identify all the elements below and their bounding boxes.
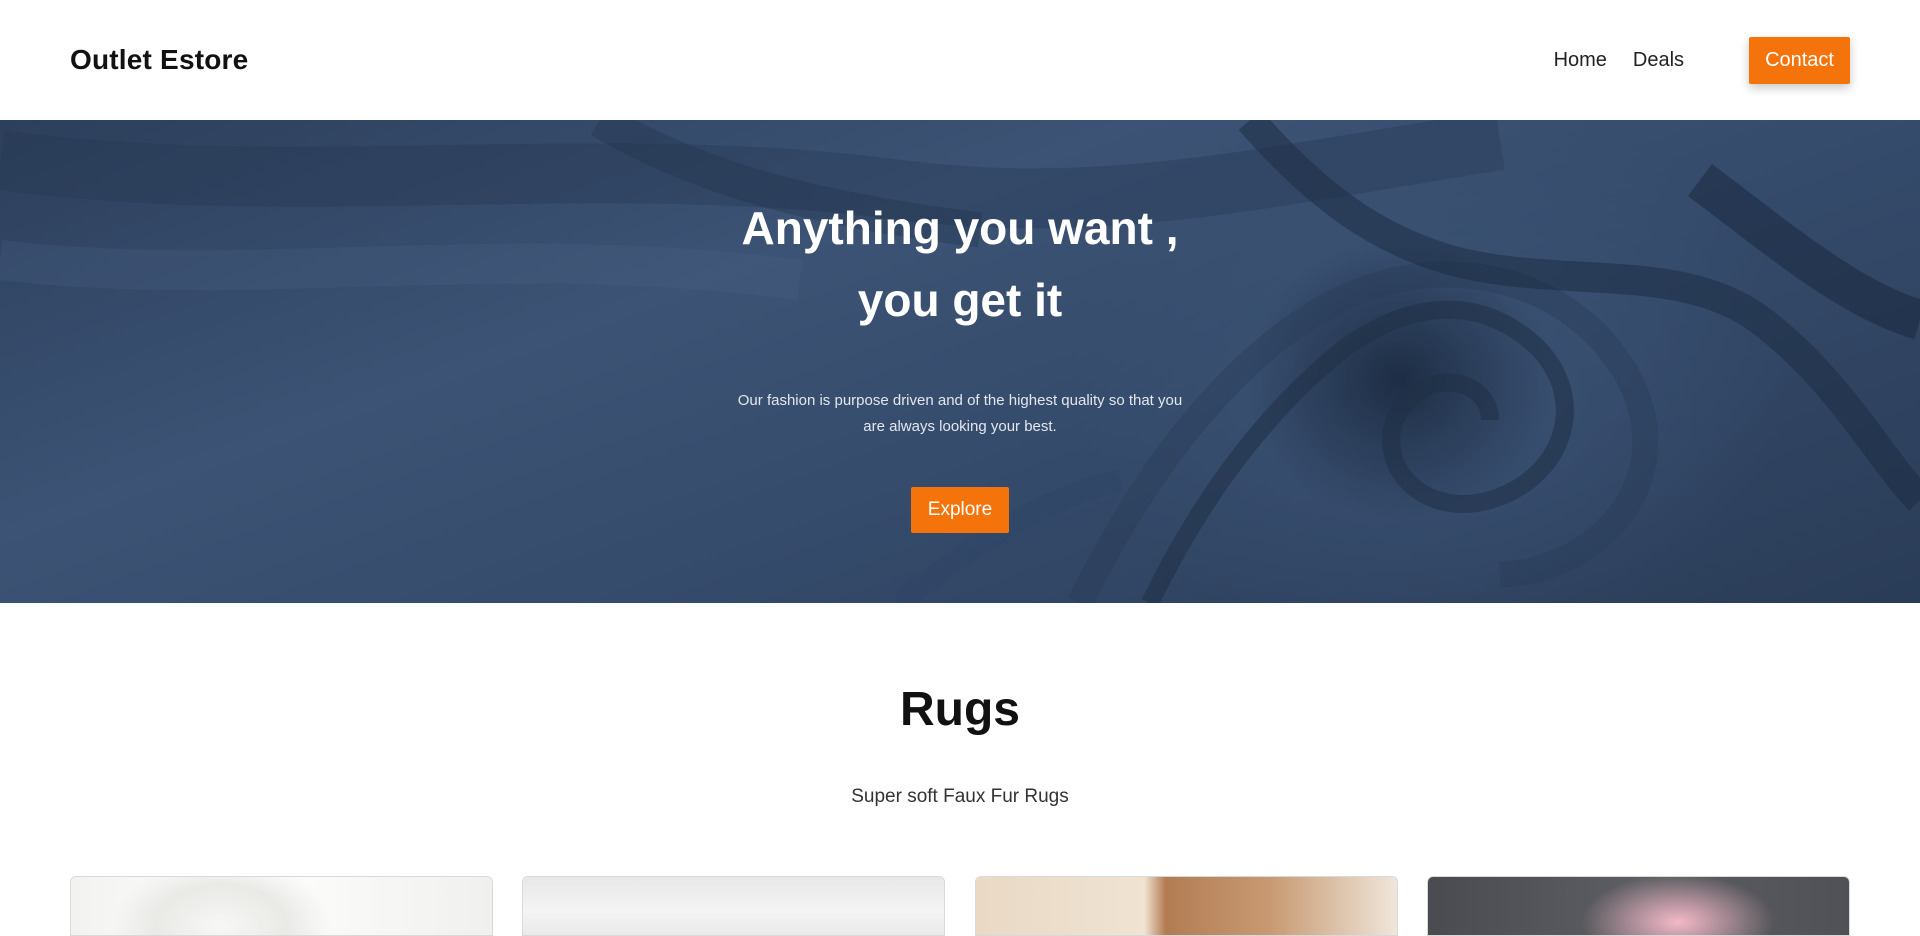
navbar: Outlet Estore Home Deals Contact [0,0,1920,120]
section-title: Rugs [900,683,1020,736]
hero-content: Anything you want , you get it Our fashi… [0,120,1920,603]
hero-description: Our fashion is purpose driven and of the… [737,392,1183,435]
product-image [71,877,492,935]
section-subtitle: Super soft Faux Fur Rugs [851,786,1069,807]
nav-menu: Home Deals Contact [1554,36,1850,84]
hero-banner: Anything you want , you get it Our fashi… [0,120,1920,603]
product-card[interactable] [70,876,493,936]
product-image [523,877,945,935]
product-card[interactable] [974,876,1398,936]
contact-button[interactable]: Contact [1749,36,1850,84]
hero-title-line-1: Anything you want , [741,202,1179,254]
nav-deals-link[interactable]: Deals [1633,49,1684,72]
product-card[interactable] [522,876,946,936]
nav-home-link[interactable]: Home [1554,49,1607,72]
product-image [1427,877,1849,935]
product-image [975,877,1397,935]
product-card-grid [70,876,1850,936]
explore-button[interactable]: Explore [911,487,1009,533]
hero-title-line-2: you get it [857,274,1063,326]
product-card[interactable] [1426,876,1850,936]
brand-logo[interactable]: Outlet Estore [70,44,248,76]
hero-title: Anything you want , you get it [0,192,1920,336]
